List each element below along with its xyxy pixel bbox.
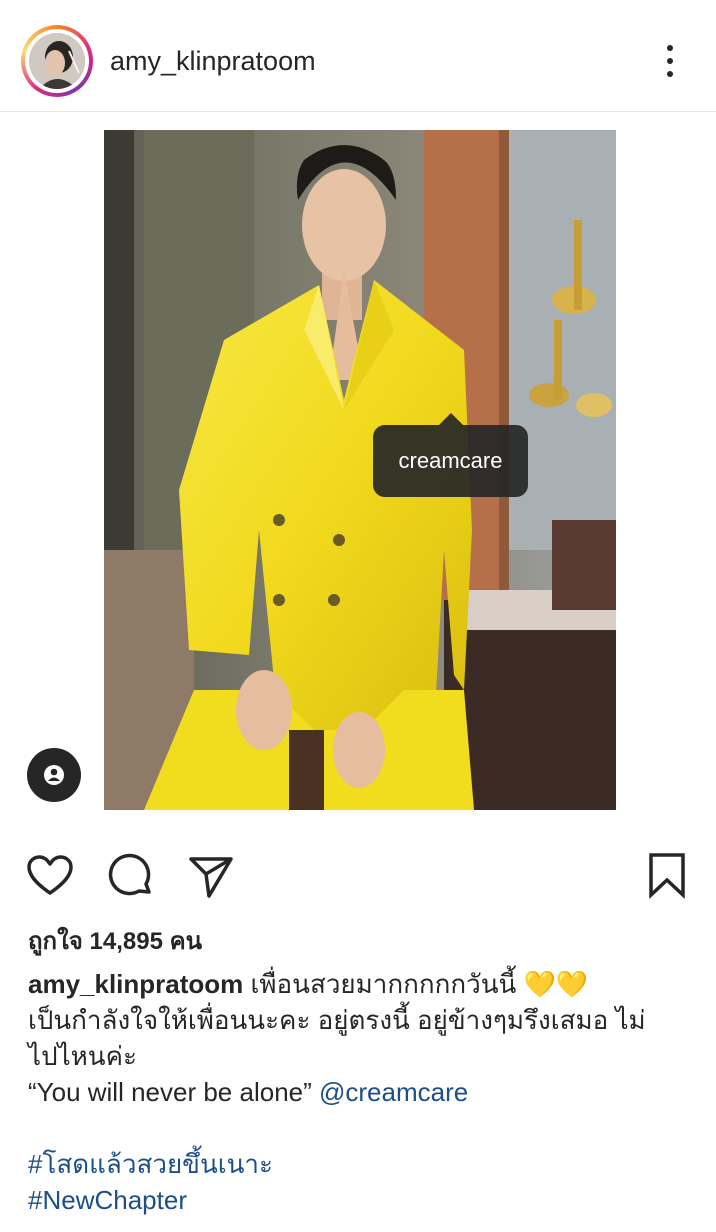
- like-button[interactable]: [26, 852, 74, 900]
- avatar[interactable]: [21, 25, 93, 97]
- more-vertical-icon-dot: [667, 71, 673, 77]
- user-tag-icon: [44, 765, 64, 785]
- yellow-heart-emoji: 💛💛: [523, 969, 589, 999]
- caption-text-1: เพื่อนสวยมากกกกกวันนี้: [250, 969, 517, 999]
- heart-outline-icon: [27, 855, 73, 895]
- mention-link[interactable]: @creamcare: [319, 1077, 468, 1107]
- avatar-border: [25, 29, 89, 93]
- comment-button[interactable]: [107, 852, 155, 900]
- caption-quote: “You will never be alone”: [28, 1077, 312, 1107]
- more-vertical-icon-dot: [667, 58, 673, 64]
- share-button[interactable]: [187, 852, 235, 900]
- caption-username[interactable]: amy_klinpratoom: [28, 969, 243, 999]
- bookmark-icon: [649, 853, 685, 900]
- send-icon: [189, 857, 233, 898]
- post-media[interactable]: [0, 112, 716, 828]
- caption-quote-line: “You will never be alone” @creamcare: [28, 1074, 688, 1110]
- post-caption: amy_klinpratoom เพื่อนสวยมากกกกกวันนี้ 💛…: [28, 966, 688, 1218]
- likes-count[interactable]: ถูกใจ 14,895 คน: [28, 926, 202, 958]
- more-vertical-icon: [667, 45, 673, 51]
- caption-line-2: เป็นกำลังใจให้เพื่อนนะคะ อยู่ตรงนี้ อยู่…: [28, 1005, 646, 1035]
- more-options-button[interactable]: [650, 40, 690, 82]
- caption-line-3: ไปไหนค่ะ: [28, 1041, 137, 1071]
- post-username[interactable]: amy_klinpratoom: [110, 44, 316, 78]
- caption-line-1: amy_klinpratoom เพื่อนสวยมากกกกกวันนี้ 💛…: [28, 966, 688, 1002]
- photo-tag-creamcare[interactable]: creamcare: [373, 413, 528, 497]
- hashtag-link[interactable]: #โสดแล้วสวยขึ้นเนาะ: [28, 1146, 688, 1182]
- avatar-image: [29, 33, 85, 89]
- show-tags-button[interactable]: [27, 748, 81, 802]
- save-button[interactable]: [643, 852, 691, 900]
- post-photo[interactable]: [104, 130, 616, 810]
- hashtag-link[interactable]: #NewChapter: [28, 1182, 688, 1218]
- post-header: amy_klinpratoom: [0, 0, 716, 112]
- comment-icon: [108, 853, 151, 896]
